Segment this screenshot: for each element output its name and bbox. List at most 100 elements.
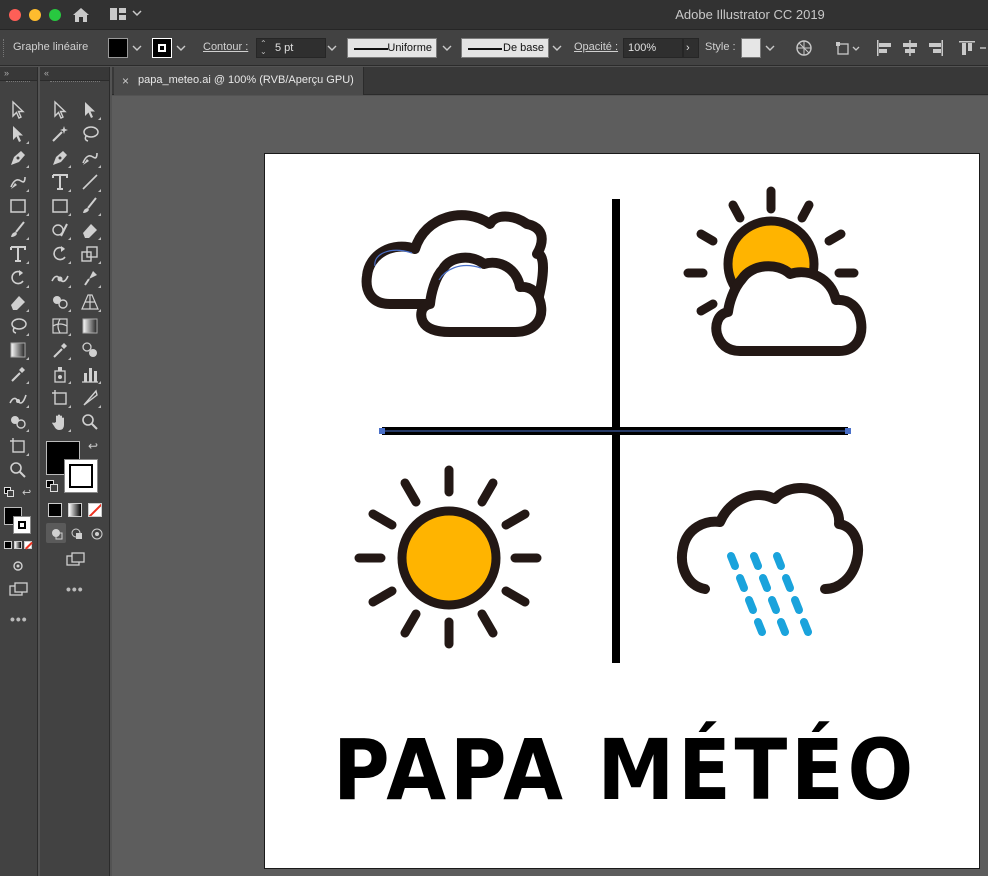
color-icon[interactable] bbox=[4, 541, 12, 549]
workspace-layout-icon[interactable] bbox=[109, 6, 127, 22]
align-left-icon[interactable] bbox=[875, 39, 893, 57]
draw-inside-icon[interactable] bbox=[86, 523, 106, 543]
type-tool-icon[interactable] bbox=[49, 171, 71, 193]
collapse-icon[interactable]: » bbox=[4, 68, 14, 78]
more-tools-icon[interactable]: ••• bbox=[66, 581, 84, 597]
zoom-tool-icon[interactable] bbox=[7, 459, 29, 481]
none-icon[interactable] bbox=[24, 541, 33, 550]
graphic-style-swatch[interactable] bbox=[741, 38, 761, 58]
anchor-point[interactable] bbox=[379, 428, 385, 434]
selection-tool-icon[interactable] bbox=[49, 99, 71, 121]
zoom-tool-icon[interactable] bbox=[79, 411, 101, 433]
scale-tool-icon[interactable] bbox=[79, 243, 101, 265]
screen-mode-icon[interactable] bbox=[64, 549, 86, 571]
swap-fill-stroke-icon[interactable]: ↩ bbox=[88, 439, 98, 453]
more-options-icon[interactable] bbox=[978, 39, 988, 57]
default-fill-stroke-icon[interactable] bbox=[4, 487, 14, 497]
window-maximize-button[interactable] bbox=[49, 9, 61, 21]
window-close-button[interactable] bbox=[9, 9, 21, 21]
anchor-point[interactable] bbox=[845, 428, 851, 434]
chevron-down-icon[interactable] bbox=[175, 40, 187, 56]
chevron-down-icon[interactable] bbox=[764, 40, 776, 56]
paintbrush-tool-icon[interactable] bbox=[79, 195, 101, 217]
pen-tool-icon[interactable] bbox=[49, 147, 71, 169]
eyedropper-tool-icon[interactable] bbox=[49, 339, 71, 361]
shaper-tool-icon[interactable] bbox=[49, 219, 71, 241]
drawing-mode-icon[interactable] bbox=[7, 555, 29, 577]
mesh-tool-icon[interactable] bbox=[49, 315, 71, 337]
artboard-tool-icon[interactable] bbox=[7, 435, 29, 457]
column-graph-tool-icon[interactable] bbox=[79, 363, 101, 385]
chevron-down-icon[interactable] bbox=[132, 8, 142, 18]
symbol-sprayer-tool-icon[interactable] bbox=[49, 363, 71, 385]
gradient-tool-icon[interactable] bbox=[7, 339, 29, 361]
chevron-down-icon[interactable] bbox=[131, 40, 143, 56]
eraser-tool-icon[interactable] bbox=[79, 219, 101, 241]
curvature-tool-icon[interactable] bbox=[7, 171, 29, 193]
perspective-grid-tool-icon[interactable] bbox=[79, 291, 101, 313]
chevron-down-icon[interactable] bbox=[441, 40, 453, 56]
transform-icon[interactable] bbox=[835, 39, 861, 57]
slice-tool-icon[interactable] bbox=[79, 387, 101, 409]
stroke-color-swatch[interactable] bbox=[13, 516, 31, 534]
opacity-field[interactable]: 100% bbox=[623, 38, 683, 58]
headline-text[interactable]: PAPA MÉTÉO bbox=[333, 721, 917, 819]
line-segment-tool-icon[interactable] bbox=[79, 171, 101, 193]
stroke-color-swatch[interactable] bbox=[152, 38, 172, 58]
magic-wand-tool-icon[interactable] bbox=[49, 123, 71, 145]
chevron-down-icon[interactable] bbox=[551, 40, 563, 56]
brush-select[interactable]: De base bbox=[461, 38, 549, 58]
align-right-icon[interactable] bbox=[927, 39, 945, 57]
direct-selection-tool-icon[interactable] bbox=[7, 123, 29, 145]
artboard[interactable]: PAPA MÉTÉO bbox=[264, 153, 980, 869]
artboard-tool-icon[interactable] bbox=[49, 387, 71, 409]
partly-sunny-icon[interactable] bbox=[683, 186, 867, 356]
warp-tool-icon[interactable] bbox=[49, 267, 71, 289]
eyedropper-tool-icon[interactable] bbox=[7, 363, 29, 385]
window-minimize-button[interactable] bbox=[29, 9, 41, 21]
hand-tool-icon[interactable] bbox=[49, 411, 71, 433]
lasso-tool-icon[interactable] bbox=[7, 315, 29, 337]
default-fill-stroke-icon[interactable] bbox=[46, 480, 58, 492]
color-icon[interactable] bbox=[48, 503, 62, 517]
draw-normal-icon[interactable] bbox=[46, 523, 66, 543]
more-tools-icon[interactable]: ••• bbox=[10, 611, 28, 627]
close-icon[interactable]: × bbox=[122, 74, 129, 88]
rotate-tool-icon[interactable] bbox=[7, 267, 29, 289]
cloudy-icon[interactable] bbox=[361, 210, 548, 337]
grip-handle[interactable] bbox=[6, 81, 30, 85]
grip-handle[interactable] bbox=[3, 39, 5, 57]
paintbrush-tool-icon[interactable] bbox=[7, 219, 29, 241]
gradient-icon[interactable] bbox=[14, 541, 22, 549]
puppet-warp-tool-icon[interactable] bbox=[79, 267, 101, 289]
curvature-tool-icon[interactable] bbox=[79, 147, 101, 169]
recolor-artwork-icon[interactable] bbox=[795, 39, 813, 57]
gradient-icon[interactable] bbox=[68, 503, 82, 517]
draw-behind-icon[interactable] bbox=[66, 523, 86, 543]
home-icon[interactable] bbox=[71, 5, 91, 25]
opacity-expand-button[interactable]: › bbox=[683, 38, 699, 58]
opacity-label[interactable]: Opacité : bbox=[574, 41, 618, 53]
screen-mode-icon[interactable] bbox=[7, 579, 29, 601]
rectangle-tool-icon[interactable] bbox=[7, 195, 29, 217]
swap-fill-stroke-icon[interactable]: ↩ bbox=[22, 486, 31, 499]
sunny-icon[interactable] bbox=[354, 465, 542, 649]
rain-icon[interactable] bbox=[677, 483, 863, 636]
selection-tool-icon[interactable] bbox=[7, 99, 29, 121]
canvas[interactable]: PAPA MÉTÉO bbox=[112, 96, 988, 876]
chevron-down-icon[interactable] bbox=[326, 40, 338, 56]
rotate-tool-icon[interactable] bbox=[49, 243, 71, 265]
lasso-tool-icon[interactable] bbox=[79, 123, 101, 145]
color-mode-icons[interactable] bbox=[4, 541, 34, 550]
blend-tool-icon[interactable] bbox=[79, 339, 101, 361]
eraser-tool-icon[interactable] bbox=[7, 291, 29, 313]
collapse-icon[interactable]: « bbox=[44, 68, 54, 78]
gradient-tool-icon[interactable] bbox=[79, 315, 101, 337]
shape-builder-tool-icon[interactable] bbox=[49, 291, 71, 313]
shape-builder-tool-icon[interactable] bbox=[7, 411, 29, 433]
rectangle-tool-icon[interactable] bbox=[49, 195, 71, 217]
type-tool-icon[interactable] bbox=[7, 243, 29, 265]
pen-tool-icon[interactable] bbox=[7, 147, 29, 169]
puppet-warp-tool-icon[interactable] bbox=[7, 387, 29, 409]
fill-color-swatch[interactable] bbox=[108, 38, 128, 58]
